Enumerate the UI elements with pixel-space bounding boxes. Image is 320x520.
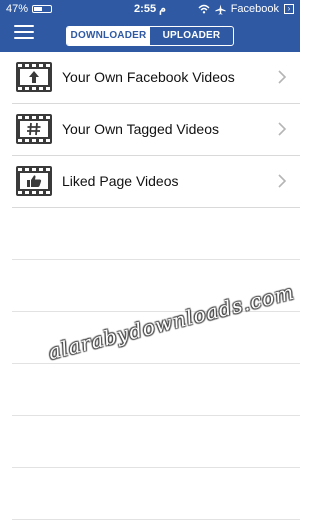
chevron-right-icon (278, 122, 287, 136)
empty-list-row (12, 364, 300, 416)
tab-uploader[interactable]: UPLOADER (150, 27, 233, 45)
hamburger-line (14, 31, 34, 33)
hamburger-line (14, 25, 34, 27)
time-suffix: م (159, 3, 166, 15)
top-bar: 47% م 2:55 Facebook › DOWNLOADER UPLOADE… (0, 0, 300, 52)
thumbs-up-film-icon (16, 166, 52, 196)
video-category-list: Your Own Facebook Videos Your Own Tagged… (0, 52, 300, 520)
list-item-own-tagged-videos[interactable]: Your Own Tagged Videos (12, 104, 300, 156)
list-item-label: Liked Page Videos (62, 173, 179, 189)
status-bar: 47% م 2:55 Facebook › (0, 0, 300, 18)
empty-list-row (12, 468, 300, 520)
chevron-right-icon (278, 174, 287, 188)
wifi-icon (198, 4, 210, 14)
chevron-right-icon (278, 70, 287, 84)
hashtag-film-icon (16, 114, 52, 144)
tab-downloader[interactable]: DOWNLOADER (67, 27, 150, 45)
empty-list-row (12, 208, 300, 260)
empty-list-row (12, 416, 300, 468)
hamburger-line (14, 37, 34, 39)
list-item-own-facebook-videos[interactable]: Your Own Facebook Videos (12, 52, 300, 104)
airplane-icon (215, 3, 226, 15)
back-to-app-label[interactable]: Facebook (231, 0, 279, 18)
time: 2:55 (134, 3, 157, 15)
list-item-label: Your Own Facebook Videos (62, 69, 235, 85)
list-item-label: Your Own Tagged Videos (62, 121, 219, 137)
upload-arrow-film-icon (16, 62, 52, 92)
mode-segmented-control: DOWNLOADER UPLOADER (66, 26, 234, 46)
status-right: Facebook › (198, 0, 294, 18)
chevron-right-box-icon[interactable]: › (284, 4, 294, 14)
list-item-liked-page-videos[interactable]: Liked Page Videos (12, 156, 300, 208)
hamburger-menu-icon[interactable] (14, 24, 34, 40)
